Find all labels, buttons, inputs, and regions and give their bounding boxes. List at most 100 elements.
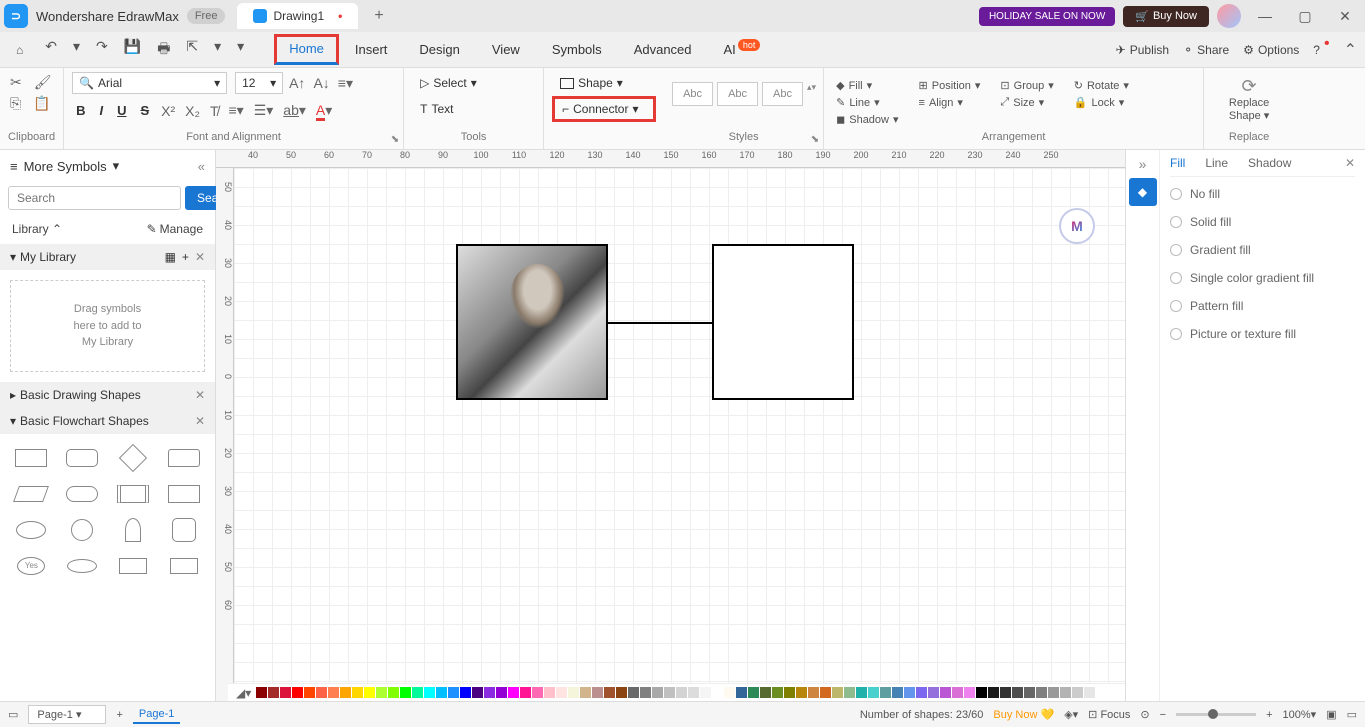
font-select[interactable]: 🔍 Arial▾ [72,72,227,94]
color-swatch[interactable] [376,687,387,698]
color-swatch[interactable] [484,687,495,698]
add-tab-button[interactable]: + [374,7,383,25]
print-button[interactable]: 🖶 [151,34,176,66]
page-select[interactable]: Page-1 ▾ [28,705,106,724]
color-swatch[interactable] [832,687,843,698]
color-swatch[interactable] [532,687,543,698]
fill-option[interactable]: Gradient fill [1170,243,1355,257]
zoom-in-button[interactable]: + [1266,709,1272,721]
zoom-level[interactable]: 100%▾ [1283,708,1317,721]
shape-parallelogram[interactable] [10,480,53,508]
font-color-button[interactable]: A▾ [314,100,334,121]
color-swatch[interactable] [364,687,375,698]
play-button[interactable]: ⊙ [1140,708,1149,721]
color-swatch[interactable] [1048,687,1059,698]
color-swatch[interactable] [928,687,939,698]
font-size-select[interactable]: 12 ▾ [235,72,283,94]
color-swatch[interactable] [892,687,903,698]
color-swatch[interactable] [604,687,615,698]
group-button[interactable]: ⊡ Group▾ [996,78,1057,93]
color-swatch[interactable] [448,687,459,698]
color-swatch[interactable] [1036,687,1047,698]
color-swatch[interactable] [664,687,675,698]
color-swatch[interactable] [316,687,327,698]
layers-icon[interactable]: ◈▾ [1064,708,1078,721]
tab-advanced[interactable]: Advanced [618,34,708,65]
fit-width-button[interactable]: ▭ [1347,708,1357,721]
color-swatch[interactable] [952,687,963,698]
zoom-out-button[interactable]: − [1160,709,1166,721]
color-swatch[interactable] [1084,687,1095,698]
subscript-button[interactable]: X₂ [183,101,202,121]
color-swatch[interactable] [328,687,339,698]
color-swatch[interactable] [436,687,447,698]
basic-flowchart-section[interactable]: ▾ Basic Flowchart Shapes ✕ [0,408,215,434]
color-swatch[interactable] [556,687,567,698]
line-spacing-button[interactable]: ≡▾ [227,100,246,121]
shape-diamond[interactable] [112,444,155,472]
color-swatch[interactable] [304,687,315,698]
lock-button[interactable]: 🔒 Lock▾ [1070,95,1133,110]
format-painter-icon[interactable]: 🖌 [32,72,54,93]
fill-button[interactable]: ◆ Fill▾ [832,78,902,93]
bold-button[interactable]: B [72,101,89,120]
list-button[interactable]: ☰▾ [252,100,276,121]
shape-database[interactable] [61,552,104,580]
style-preset-2[interactable]: Abc [717,82,758,106]
tab-view[interactable]: View [476,34,536,65]
underline-button[interactable]: U [113,101,130,120]
buy-now-button[interactable]: 🛒 Buy Now [1123,6,1209,27]
color-swatch[interactable] [844,687,855,698]
color-swatch[interactable] [940,687,951,698]
color-swatch[interactable] [820,687,831,698]
replace-shape-icon[interactable]: ⟳ [1212,76,1286,97]
fill-panel-button[interactable]: ◆ [1129,178,1157,206]
color-swatch[interactable] [868,687,879,698]
shape-circle[interactable] [61,516,104,544]
shape-user[interactable] [162,516,205,544]
strike-button[interactable]: S [137,101,154,120]
copy-icon[interactable]: ⎘ [8,93,23,114]
basic-drawing-section[interactable]: ▸ Basic Drawing Shapes ✕ [0,382,215,408]
color-swatch[interactable] [904,687,915,698]
shape-callout[interactable] [162,444,205,472]
more-symbols-header[interactable]: ≡ More Symbols▾ « [0,150,215,182]
layout-icon[interactable]: ▭ [8,708,18,721]
shrink-font-icon[interactable]: A↓ [311,73,331,93]
align-icon[interactable]: ≡▾ [336,73,355,94]
color-swatch[interactable] [1000,687,1011,698]
align-button[interactable]: ≡ Align▾ [915,95,985,110]
color-swatch[interactable] [784,687,795,698]
buy-now-link[interactable]: Buy Now 💛 [993,708,1054,721]
fill-option[interactable]: No fill [1170,187,1355,201]
library-label[interactable]: Library ⌃ [12,222,62,236]
shape-page[interactable] [162,552,205,580]
color-swatch[interactable] [1072,687,1083,698]
collapse-ribbon-button[interactable]: ⌃ [1344,40,1357,60]
help-button[interactable]: ?• [1313,41,1329,59]
color-swatch[interactable] [808,687,819,698]
color-swatch[interactable] [796,687,807,698]
styles-dialog-launcher[interactable]: ⬊ [811,134,819,145]
style-preset-1[interactable]: Abc [672,82,713,106]
color-swatch[interactable] [340,687,351,698]
color-swatch[interactable] [856,687,867,698]
shape-predefined[interactable] [112,480,155,508]
user-avatar[interactable] [1217,4,1241,28]
holiday-sale-button[interactable]: HOLIDAY SALE ON NOW [979,7,1115,26]
add-lib-icon[interactable]: + [182,250,189,264]
font-dialog-launcher[interactable]: ⬊ [391,134,399,145]
shape-rectangle[interactable] [10,444,53,472]
connector-tool[interactable]: ⌐ Connector▾ [552,96,656,122]
ai-assistant-icon[interactable]: M [1059,208,1095,244]
color-swatch[interactable] [736,687,747,698]
save-button[interactable]: 💾 [118,34,147,66]
canvas-grid[interactable]: M [234,168,1125,701]
color-swatch[interactable] [1024,687,1035,698]
options-button[interactable]: ⚙ Options [1243,43,1299,57]
color-swatch[interactable] [352,687,363,698]
edit-lib-icon[interactable]: ▦ [165,250,176,264]
connector-line[interactable] [608,322,712,324]
fill-option[interactable]: Single color gradient fill [1170,271,1355,285]
expand-panel-button[interactable]: » [1139,156,1147,172]
